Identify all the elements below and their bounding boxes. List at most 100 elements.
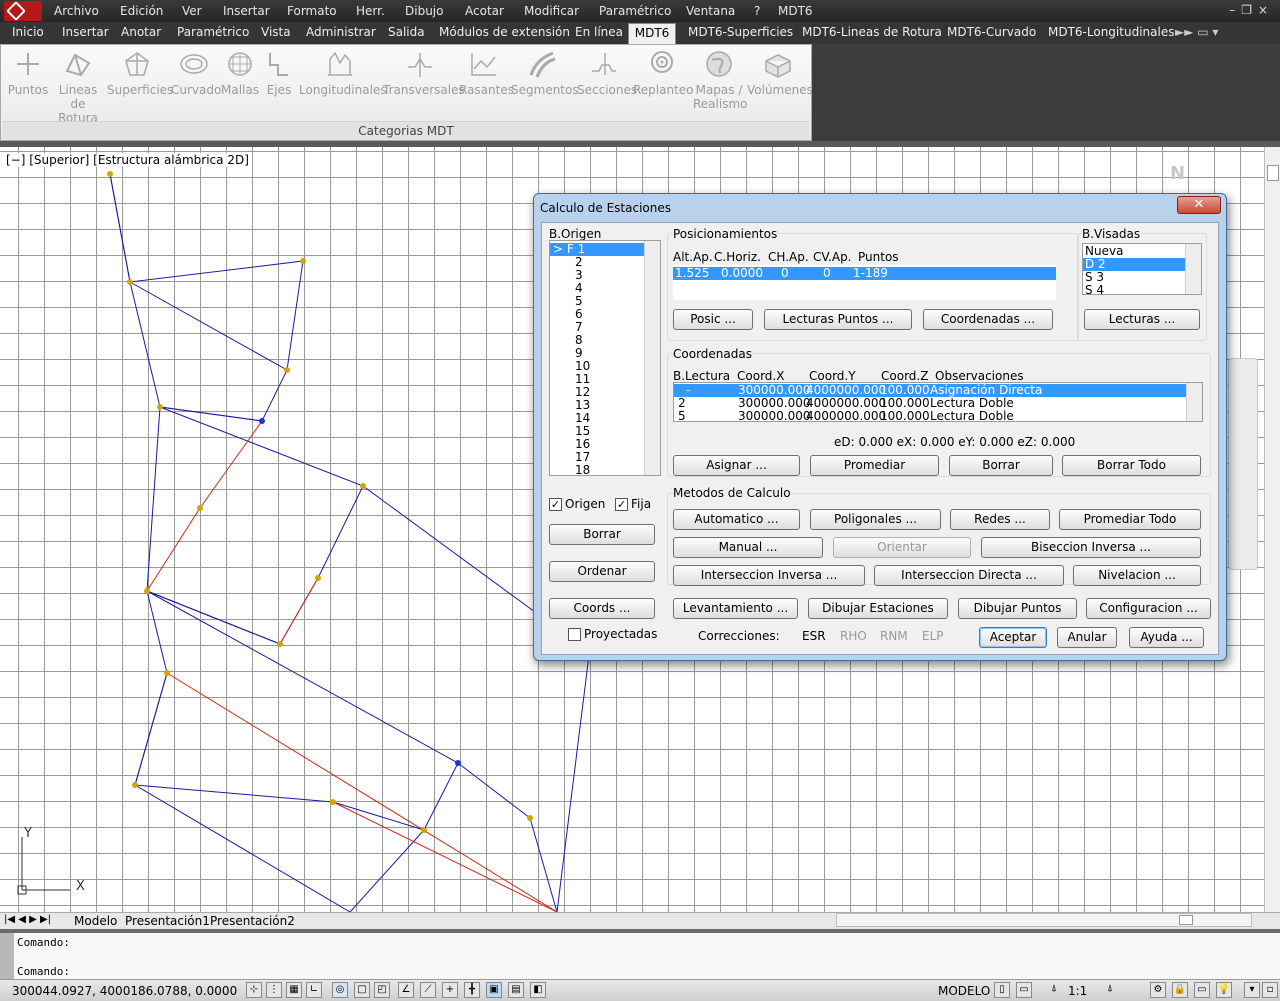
viewport-label[interactable]: [−] [Superior] [Estructura alámbrica 2D] <box>6 153 249 167</box>
dynamic-input-icon[interactable]: + <box>442 982 458 998</box>
ordenar-button[interactable]: Ordenar <box>549 561 655 582</box>
ribbon-segmentos-button[interactable]: Segmentos <box>511 49 579 97</box>
menu-ver[interactable]: Ver <box>182 4 202 18</box>
interseccion-directa-button[interactable]: Interseccion Directa ... <box>874 565 1064 586</box>
tab-mdt6-longitudinales[interactable]: MDT6-Longitudinales <box>1048 25 1174 39</box>
menu-mdt6[interactable]: MDT6 <box>778 4 813 18</box>
command-window[interactable]: Comando: Comando: <box>0 933 1280 979</box>
correccion-elp[interactable]: ELP <box>922 629 944 643</box>
configuracion-button[interactable]: Configuracion ... <box>1086 598 1211 619</box>
tab-anotar[interactable]: Anotar <box>121 25 161 39</box>
anular-button[interactable]: Anular <box>1057 627 1117 648</box>
workspace-gear-icon[interactable]: ⚙ <box>1150 982 1166 998</box>
menu-herr[interactable]: Herr. <box>356 4 385 18</box>
quick-properties-icon[interactable]: ▤ <box>508 982 524 998</box>
coordenadas-button[interactable]: Coordenadas ... <box>923 309 1053 330</box>
viewcube-north[interactable]: N <box>1170 163 1185 184</box>
tab-mdt6[interactable]: MDT6 <box>628 23 676 44</box>
tab-insertar[interactable]: Insertar <box>62 25 109 39</box>
coords-button[interactable]: Coords ... <box>549 598 655 619</box>
lecturas-puntos-button[interactable]: Lecturas Puntos ... <box>764 309 912 330</box>
menu-edicion[interactable]: Edición <box>120 4 163 18</box>
ribbon-curvado-button[interactable]: Curvado <box>171 49 221 97</box>
grid-snap-icon[interactable]: ⋮ <box>266 982 282 998</box>
b-visadas-list[interactable]: Nueva D 2 S 3 S 4 <box>1082 243 1202 295</box>
correccion-esr[interactable]: ESR <box>802 629 826 643</box>
coordenadas-list[interactable]: - 300000.000 4000000.000 100.000 Asignac… <box>673 382 1203 422</box>
interseccion-inversa-button[interactable]: Interseccion Inversa ... <box>673 565 865 586</box>
posicionamiento-row[interactable]: 1.525 0.0000 0 0 1-189 <box>673 267 1056 280</box>
polar-icon[interactable]: ◎ <box>332 982 348 998</box>
layout-tab-presentacion1[interactable]: Presentación1 <box>125 914 210 928</box>
annotation-scale-icon[interactable]: ⍋ <box>1046 982 1062 998</box>
menu-dibujo[interactable]: Dibujo <box>405 4 443 18</box>
ribbon-puntos-button[interactable]: Puntos <box>7 49 49 97</box>
status-menu-icon[interactable]: ▾ <box>1244 982 1260 998</box>
coordenada-row[interactable]: 5 300000.000 4000000.000 100.000 Lectura… <box>674 410 1202 422</box>
osnap-icon[interactable]: □ <box>354 982 370 998</box>
tab-administrar[interactable]: Administrar <box>306 25 376 39</box>
asignar-button[interactable]: Asignar ... <box>673 455 800 476</box>
layout-icon[interactable]: ▯ <box>994 982 1010 998</box>
borrar-coord-button[interactable]: Borrar <box>949 455 1053 476</box>
nivelacion-button[interactable]: Nivelacion ... <box>1073 565 1201 586</box>
transparency-icon[interactable]: ▣ <box>486 982 502 998</box>
tab-salida[interactable]: Salida <box>388 25 425 39</box>
ribbon-lineas-button[interactable]: Lineas de Rotura <box>51 49 105 125</box>
isolate-objects-icon[interactable]: 💡 <box>1216 982 1232 998</box>
b-origen-scrollbar[interactable] <box>644 241 660 475</box>
menu-ventana[interactable]: Ventana <box>686 4 735 18</box>
tab-mdt6-lineas[interactable]: MDT6-Lineas de Rotura <box>802 25 942 39</box>
ducs-icon[interactable]: ⟋ <box>420 982 436 998</box>
horizontal-scrollbar[interactable] <box>836 913 1252 927</box>
otrack-icon[interactable]: ∠ <box>398 982 414 998</box>
ribbon-secciones-button[interactable]: Secciones <box>577 49 637 97</box>
b-visadas-scrollbar[interactable] <box>1185 244 1201 294</box>
manual-button[interactable]: Manual ... <box>673 537 823 558</box>
aceptar-button[interactable]: Aceptar <box>979 627 1047 648</box>
close-icon[interactable]: ✕ <box>1177 196 1221 214</box>
correccion-rnm[interactable]: RNM <box>880 629 908 643</box>
snap-icon[interactable]: ⊹ <box>246 982 262 998</box>
layout-nav-arrows-icon[interactable]: |◀ ◀ ▶ ▶| <box>4 914 51 925</box>
tab-vista[interactable]: Vista <box>261 25 291 39</box>
posic-button[interactable]: Posic ... <box>673 309 753 330</box>
command-prompt[interactable]: Comando: <box>17 965 70 978</box>
selection-cycling-icon[interactable]: ◧ <box>530 982 546 998</box>
layout-tab-modelo[interactable]: Modelo <box>74 914 117 928</box>
menu-modificar[interactable]: Modificar <box>524 4 579 18</box>
dibujar-estaciones-button[interactable]: Dibujar Estaciones <box>808 598 948 619</box>
ribbon-ejes-button[interactable]: Ejes <box>263 49 295 97</box>
ribbon-mapas-button[interactable]: Mapas / Realismo <box>693 49 748 111</box>
window-controls[interactable]: –❐× <box>1229 3 1274 17</box>
3d-osnap-icon[interactable]: ◰ <box>374 982 390 998</box>
levantamiento-button[interactable]: Levantamiento ... <box>673 598 798 619</box>
origen-checkbox[interactable]: ✓ <box>549 498 562 511</box>
automatico-button[interactable]: Automatico ... <box>673 509 800 530</box>
redes-button[interactable]: Redes ... <box>950 509 1050 530</box>
toolbar-lock-icon[interactable]: 🔒 <box>1172 982 1188 998</box>
menu-acotar[interactable]: Acotar <box>465 4 504 18</box>
layout-tab-presentacion2[interactable]: Presentación2 <box>210 914 295 928</box>
promediar-button[interactable]: Promediar <box>810 455 939 476</box>
posicionamientos-list[interactable]: 1.525 0.0000 0 0 1-189 <box>673 265 1056 300</box>
coordenadas-scrollbar[interactable] <box>1186 383 1202 421</box>
ribbon-transversales-button[interactable]: Transversales <box>383 49 465 97</box>
dibujar-puntos-button[interactable]: Dibujar Puntos <box>958 598 1077 619</box>
more-tabs-icon[interactable]: ►► ▭ ▾ <box>1175 25 1218 39</box>
tab-mdt6-curvado[interactable]: MDT6-Curvado <box>947 25 1036 39</box>
vertical-scrollbar[interactable] <box>1264 147 1280 912</box>
b-visadas-item[interactable]: S 4 <box>1083 284 1201 295</box>
borrar-todo-button[interactable]: Borrar Todo <box>1062 455 1201 476</box>
quick-view-icon[interactable]: ▭ <box>1016 982 1032 998</box>
b-origen-item[interactable]: > F 1 <box>550 243 644 256</box>
menu-parametrico[interactable]: Paramétrico <box>599 4 671 18</box>
ribbon-volumenes-button[interactable]: Volúmenes <box>747 49 813 97</box>
lecturas-button[interactable]: Lecturas ... <box>1084 309 1200 330</box>
tab-mdt6-superficies[interactable]: MDT6-Superficies <box>688 25 793 39</box>
tab-modulos[interactable]: Módulos de extensión <box>439 25 570 39</box>
menu-archivo[interactable]: Archivo <box>54 4 99 18</box>
app-logo-icon[interactable] <box>4 1 42 21</box>
orientar-button[interactable]: Orientar <box>833 537 971 558</box>
lineweight-icon[interactable]: ╋ <box>464 982 480 998</box>
